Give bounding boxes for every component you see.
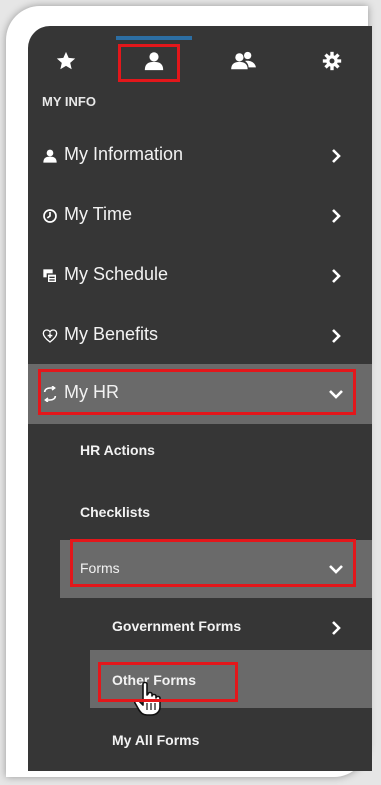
- star-icon: [56, 51, 76, 70]
- menu-label: My HR: [64, 382, 119, 402]
- gear-icon: [322, 51, 342, 71]
- hand-cursor-icon: [134, 681, 161, 716]
- menu-label: My Schedule: [64, 264, 169, 284]
- menu-label: My Benefits: [64, 324, 159, 344]
- chevron-right-icon: [332, 269, 341, 283]
- tab-favorites[interactable]: [46, 44, 86, 78]
- menu-item-government-forms[interactable]: Government Forms: [28, 610, 372, 644]
- menu-label: HR Actions: [80, 442, 155, 458]
- menu-item-forms[interactable]: Forms: [28, 552, 372, 586]
- menu-label: My Information: [64, 144, 184, 164]
- menu-item-my-hr[interactable]: My HR: [28, 376, 372, 412]
- menu-label: Government Forms: [112, 618, 242, 634]
- person-icon: [43, 149, 57, 163]
- menu-item-my-benefits[interactable]: My Benefits: [28, 318, 372, 354]
- navigation-panel: MY INFO My Information My Time My Schedu…: [28, 26, 372, 771]
- tab-team[interactable]: [224, 44, 264, 78]
- menu-item-my-all-forms[interactable]: My All Forms: [28, 726, 372, 756]
- menu-item-hr-actions[interactable]: HR Actions: [28, 436, 372, 466]
- menu-item-other-forms[interactable]: Other Forms: [28, 666, 372, 696]
- nav-tabs: [28, 26, 372, 88]
- people-icon: [231, 51, 256, 70]
- person-icon: [144, 52, 164, 71]
- menu-item-checklists[interactable]: Checklists: [28, 498, 372, 528]
- schedule-icon: [43, 269, 58, 284]
- menu-label: Checklists: [80, 504, 151, 520]
- menu-label: Forms: [80, 560, 120, 576]
- chevron-right-icon: [332, 329, 341, 343]
- menu-item-my-schedule[interactable]: My Schedule: [28, 258, 372, 294]
- tab-settings[interactable]: [312, 44, 352, 78]
- clock-icon: [43, 209, 57, 223]
- chevron-down-icon: [329, 390, 343, 399]
- menu-item-my-information[interactable]: My Information: [28, 138, 372, 174]
- chevron-right-icon: [332, 149, 341, 163]
- chevron-right-icon: [332, 621, 341, 635]
- active-tab-indicator: [116, 36, 192, 40]
- chevron-right-icon: [332, 209, 341, 223]
- tab-my-info[interactable]: [134, 44, 174, 78]
- menu-item-my-time[interactable]: My Time: [28, 198, 372, 234]
- section-title: MY INFO: [42, 94, 96, 109]
- menu-label: My All Forms: [112, 732, 200, 748]
- heart-plus-icon: [42, 329, 58, 343]
- transfer-icon: [43, 386, 57, 402]
- chevron-down-icon: [329, 565, 343, 574]
- menu-label: My Time: [64, 204, 133, 224]
